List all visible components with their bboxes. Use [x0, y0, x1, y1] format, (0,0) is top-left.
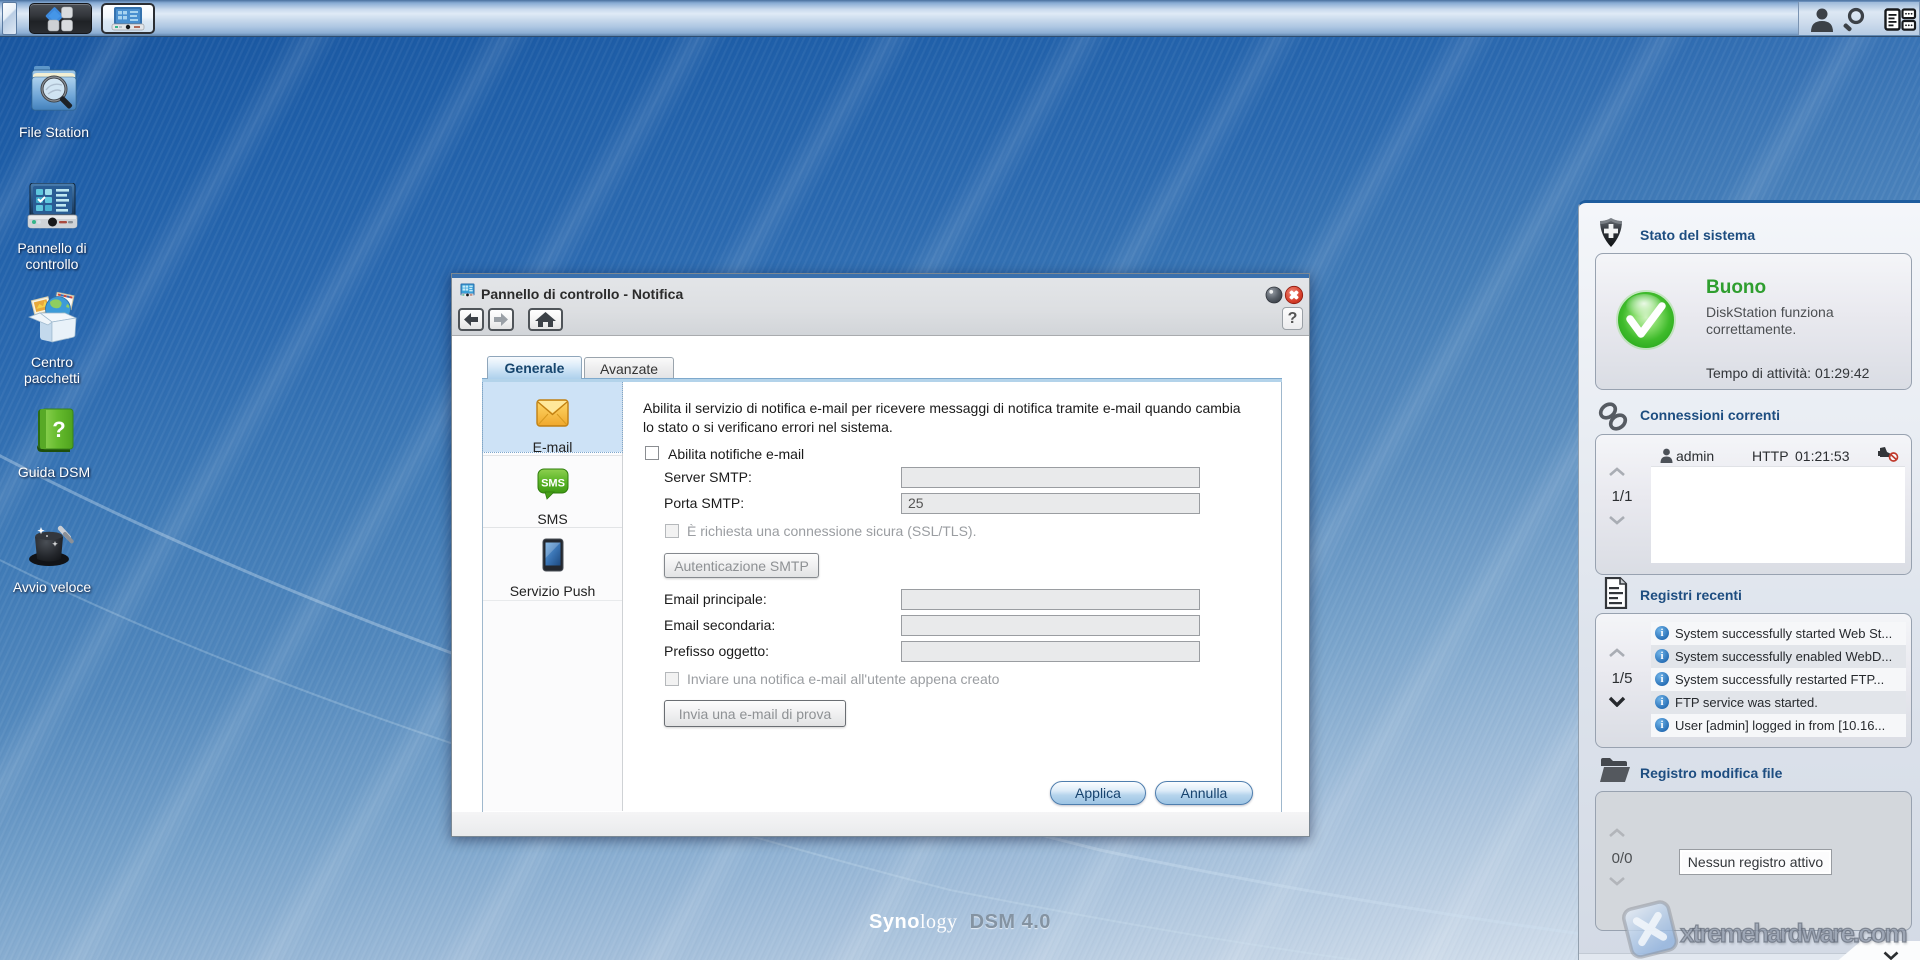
svg-text:SMS: SMS [541, 478, 565, 490]
svg-text:?: ? [52, 417, 65, 442]
